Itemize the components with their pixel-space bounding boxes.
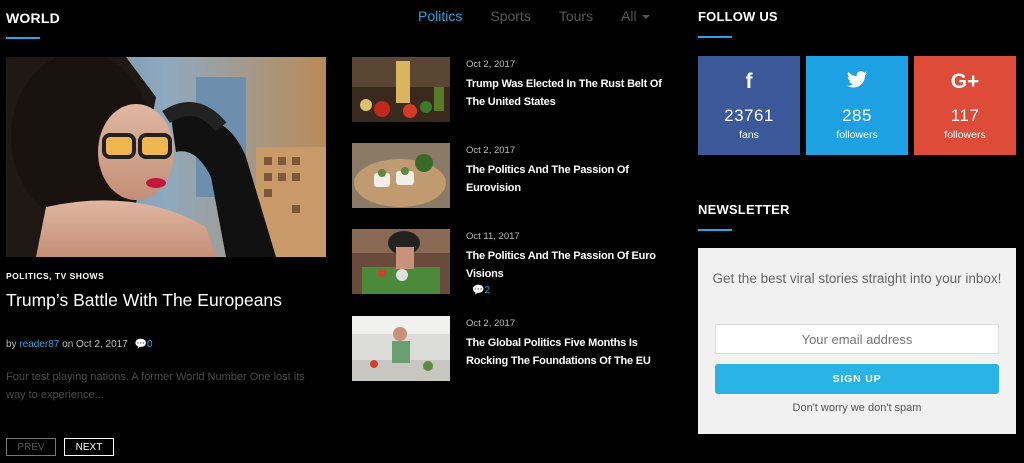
post-title[interactable]: The Politics And The Passion Of Eurovisi… [466, 161, 676, 197]
prev-button[interactable]: PREV [6, 438, 56, 456]
chevron-down-icon [641, 15, 650, 20]
tab-tours[interactable]: Tours [559, 8, 593, 24]
twitter-count: 285 [842, 106, 872, 125]
google-plus-label: followers [944, 129, 986, 141]
comment-icon: 💬 [134, 339, 147, 350]
google-plus-icon: G+ [950, 70, 980, 93]
list-item: Oct 2, 2017 Trump Was Elected In The Rus… [352, 57, 682, 123]
twitter-icon [806, 70, 908, 94]
newsletter-note: Don't worry we don't spam [792, 402, 922, 414]
tab-sports[interactable]: Sports [490, 8, 530, 24]
featured-meta: by reader87 on Oct 2, 2017 💬0 [6, 339, 153, 350]
post-title[interactable]: The Global Politics Five Months Is Rocki… [466, 334, 676, 370]
newsletter-text: Get the best viral stories straight into… [712, 271, 1002, 286]
post-thumbnail[interactable] [352, 229, 450, 294]
post-thumbnail[interactable] [352, 143, 450, 208]
post-title[interactable]: The Politics And The Passion Of Euro Vis… [466, 247, 676, 283]
featured-excerpt: Four test playing nations. A former Worl… [6, 371, 305, 401]
post-thumbnail[interactable] [352, 57, 450, 122]
newsletter-title-underline [698, 229, 732, 231]
post-date: Oct 2, 2017 [466, 145, 516, 156]
next-button[interactable]: NEXT [64, 438, 114, 456]
post-date: Oct 2, 2017 [466, 59, 516, 70]
meta-date: on Oct 2, 2017 [62, 339, 128, 350]
featured-image[interactable] [6, 57, 326, 257]
section-title: WORLD [6, 10, 60, 26]
post-title[interactable]: Trump Was Elected In The Rust Belt Of Th… [466, 75, 676, 111]
facebook-label: fans [739, 129, 759, 141]
follow-title-underline [698, 36, 732, 38]
facebook-tile[interactable]: f 23761 fans [698, 56, 800, 155]
list-item: Oct 2, 2017 The Global Politics Five Mon… [352, 316, 682, 382]
tab-all[interactable]: All [621, 8, 650, 24]
list-item: Oct 11, 2017 The Politics And The Passio… [352, 229, 682, 296]
featured-title[interactable]: Trump’s Battle With The Europeans [6, 290, 326, 311]
post-date: Oct 2, 2017 [466, 318, 516, 329]
category-tabs: Politics Sports Tours All [418, 8, 678, 24]
featured-categories[interactable]: POLITICS, TV SHOWS [6, 271, 104, 281]
list-item: Oct 2, 2017 The Politics And The Passion… [352, 143, 682, 209]
featured-photo [6, 57, 326, 257]
comment-icon: 💬 [472, 285, 485, 296]
comments-link[interactable]: 💬2 [472, 285, 490, 296]
thumbnail-photo [352, 229, 450, 294]
thumbnail-photo [352, 57, 450, 122]
email-field[interactable] [715, 324, 999, 354]
facebook-icon: f [745, 70, 753, 93]
author-link[interactable]: reader87 [19, 339, 59, 350]
facebook-count: 23761 [724, 106, 774, 125]
sign-up-button[interactable]: SIGN UP [715, 364, 999, 394]
newsletter-box: Get the best viral stories straight into… [698, 248, 1016, 434]
twitter-label: followers [836, 129, 878, 141]
google-plus-tile[interactable]: G+ 117 followers [914, 56, 1016, 155]
thumbnail-photo [352, 316, 450, 381]
post-thumbnail[interactable] [352, 316, 450, 381]
follow-title: FOLLOW US [698, 9, 778, 24]
thumbnail-photo [352, 143, 450, 208]
comments-count: 2 [484, 285, 491, 296]
section-title-underline [6, 37, 40, 39]
tab-all-label: All [621, 8, 637, 24]
post-date: Oct 11, 2017 [466, 231, 520, 242]
newsletter-title: NEWSLETTER [698, 202, 790, 217]
comments-count: 0 [147, 339, 153, 350]
twitter-tile[interactable]: 285 followers [806, 56, 908, 155]
comments-link[interactable]: 💬0 [135, 339, 153, 350]
tab-politics[interactable]: Politics [418, 8, 462, 24]
meta-by: by [6, 339, 17, 350]
google-plus-count: 117 [950, 106, 980, 125]
